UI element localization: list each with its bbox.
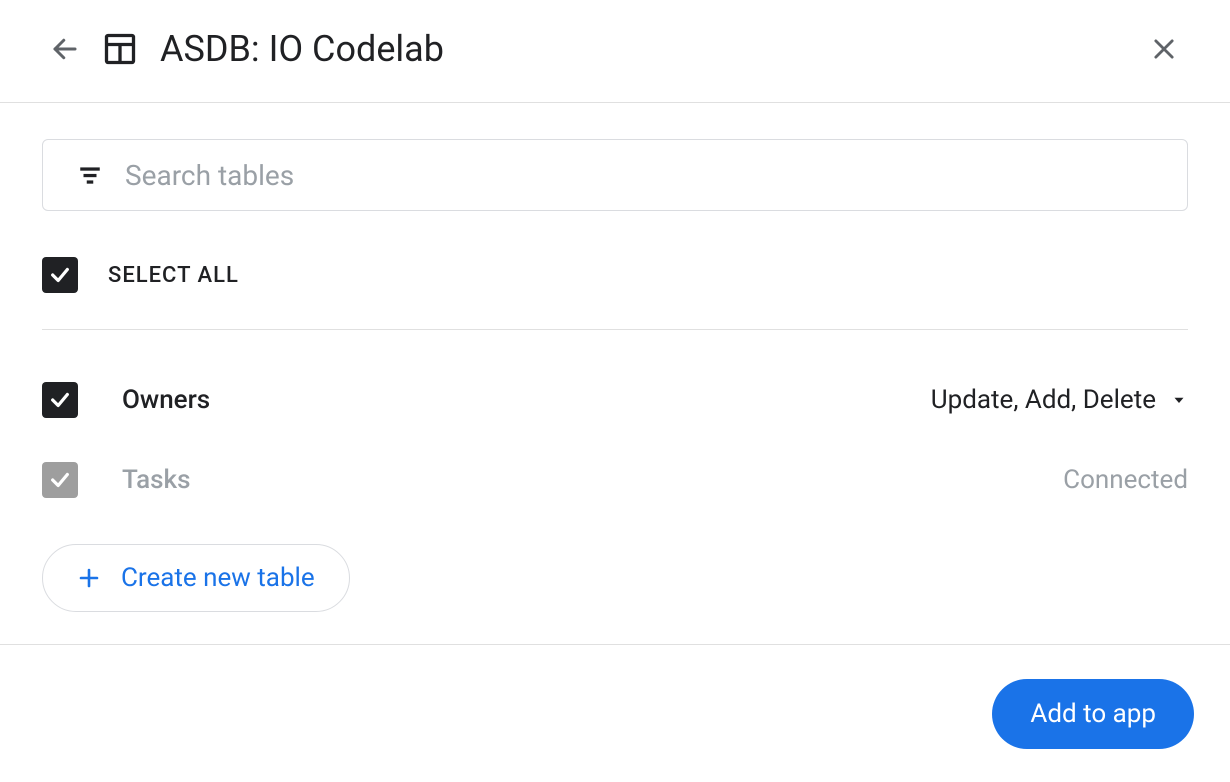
add-to-app-button[interactable]: Add to app xyxy=(992,679,1194,749)
create-table-label: Create new table xyxy=(121,563,315,593)
table-name: Owners xyxy=(122,385,887,415)
table-status: Connected xyxy=(1063,465,1188,495)
table-icon xyxy=(102,31,138,67)
table-status-label: Connected xyxy=(1063,465,1188,495)
select-all-checkbox[interactable] xyxy=(42,257,78,293)
table-checkbox-tasks[interactable] xyxy=(42,462,78,498)
search-input[interactable] xyxy=(125,159,1153,192)
table-row: Tasks Connected xyxy=(42,440,1188,520)
table-checkbox-owners[interactable] xyxy=(42,382,78,418)
dialog-header: ASDB: IO Codelab xyxy=(0,0,1230,103)
table-name: Tasks xyxy=(122,465,1019,495)
chevron-down-icon xyxy=(1170,391,1188,409)
dialog-footer: Add to app xyxy=(0,644,1230,782)
table-permissions-dropdown[interactable]: Update, Add, Delete xyxy=(931,385,1188,415)
table-list: Owners Update, Add, Delete Tasks Connect… xyxy=(42,330,1188,520)
create-new-table-button[interactable]: Create new table xyxy=(42,544,350,612)
table-status-label: Update, Add, Delete xyxy=(931,385,1156,415)
dialog-content: SELECT ALL Owners Update, Add, Delete xyxy=(0,103,1230,612)
filter-icon xyxy=(77,162,103,188)
back-arrow-icon[interactable] xyxy=(50,34,80,64)
select-all-label: SELECT ALL xyxy=(108,263,239,288)
select-all-row: SELECT ALL xyxy=(42,211,1188,330)
dialog-title: ASDB: IO Codelab xyxy=(160,28,1126,70)
close-icon[interactable] xyxy=(1148,33,1180,65)
table-row: Owners Update, Add, Delete xyxy=(42,360,1188,440)
create-table-row: Create new table xyxy=(42,544,1188,612)
search-row[interactable] xyxy=(42,139,1188,211)
plus-icon xyxy=(77,566,101,590)
